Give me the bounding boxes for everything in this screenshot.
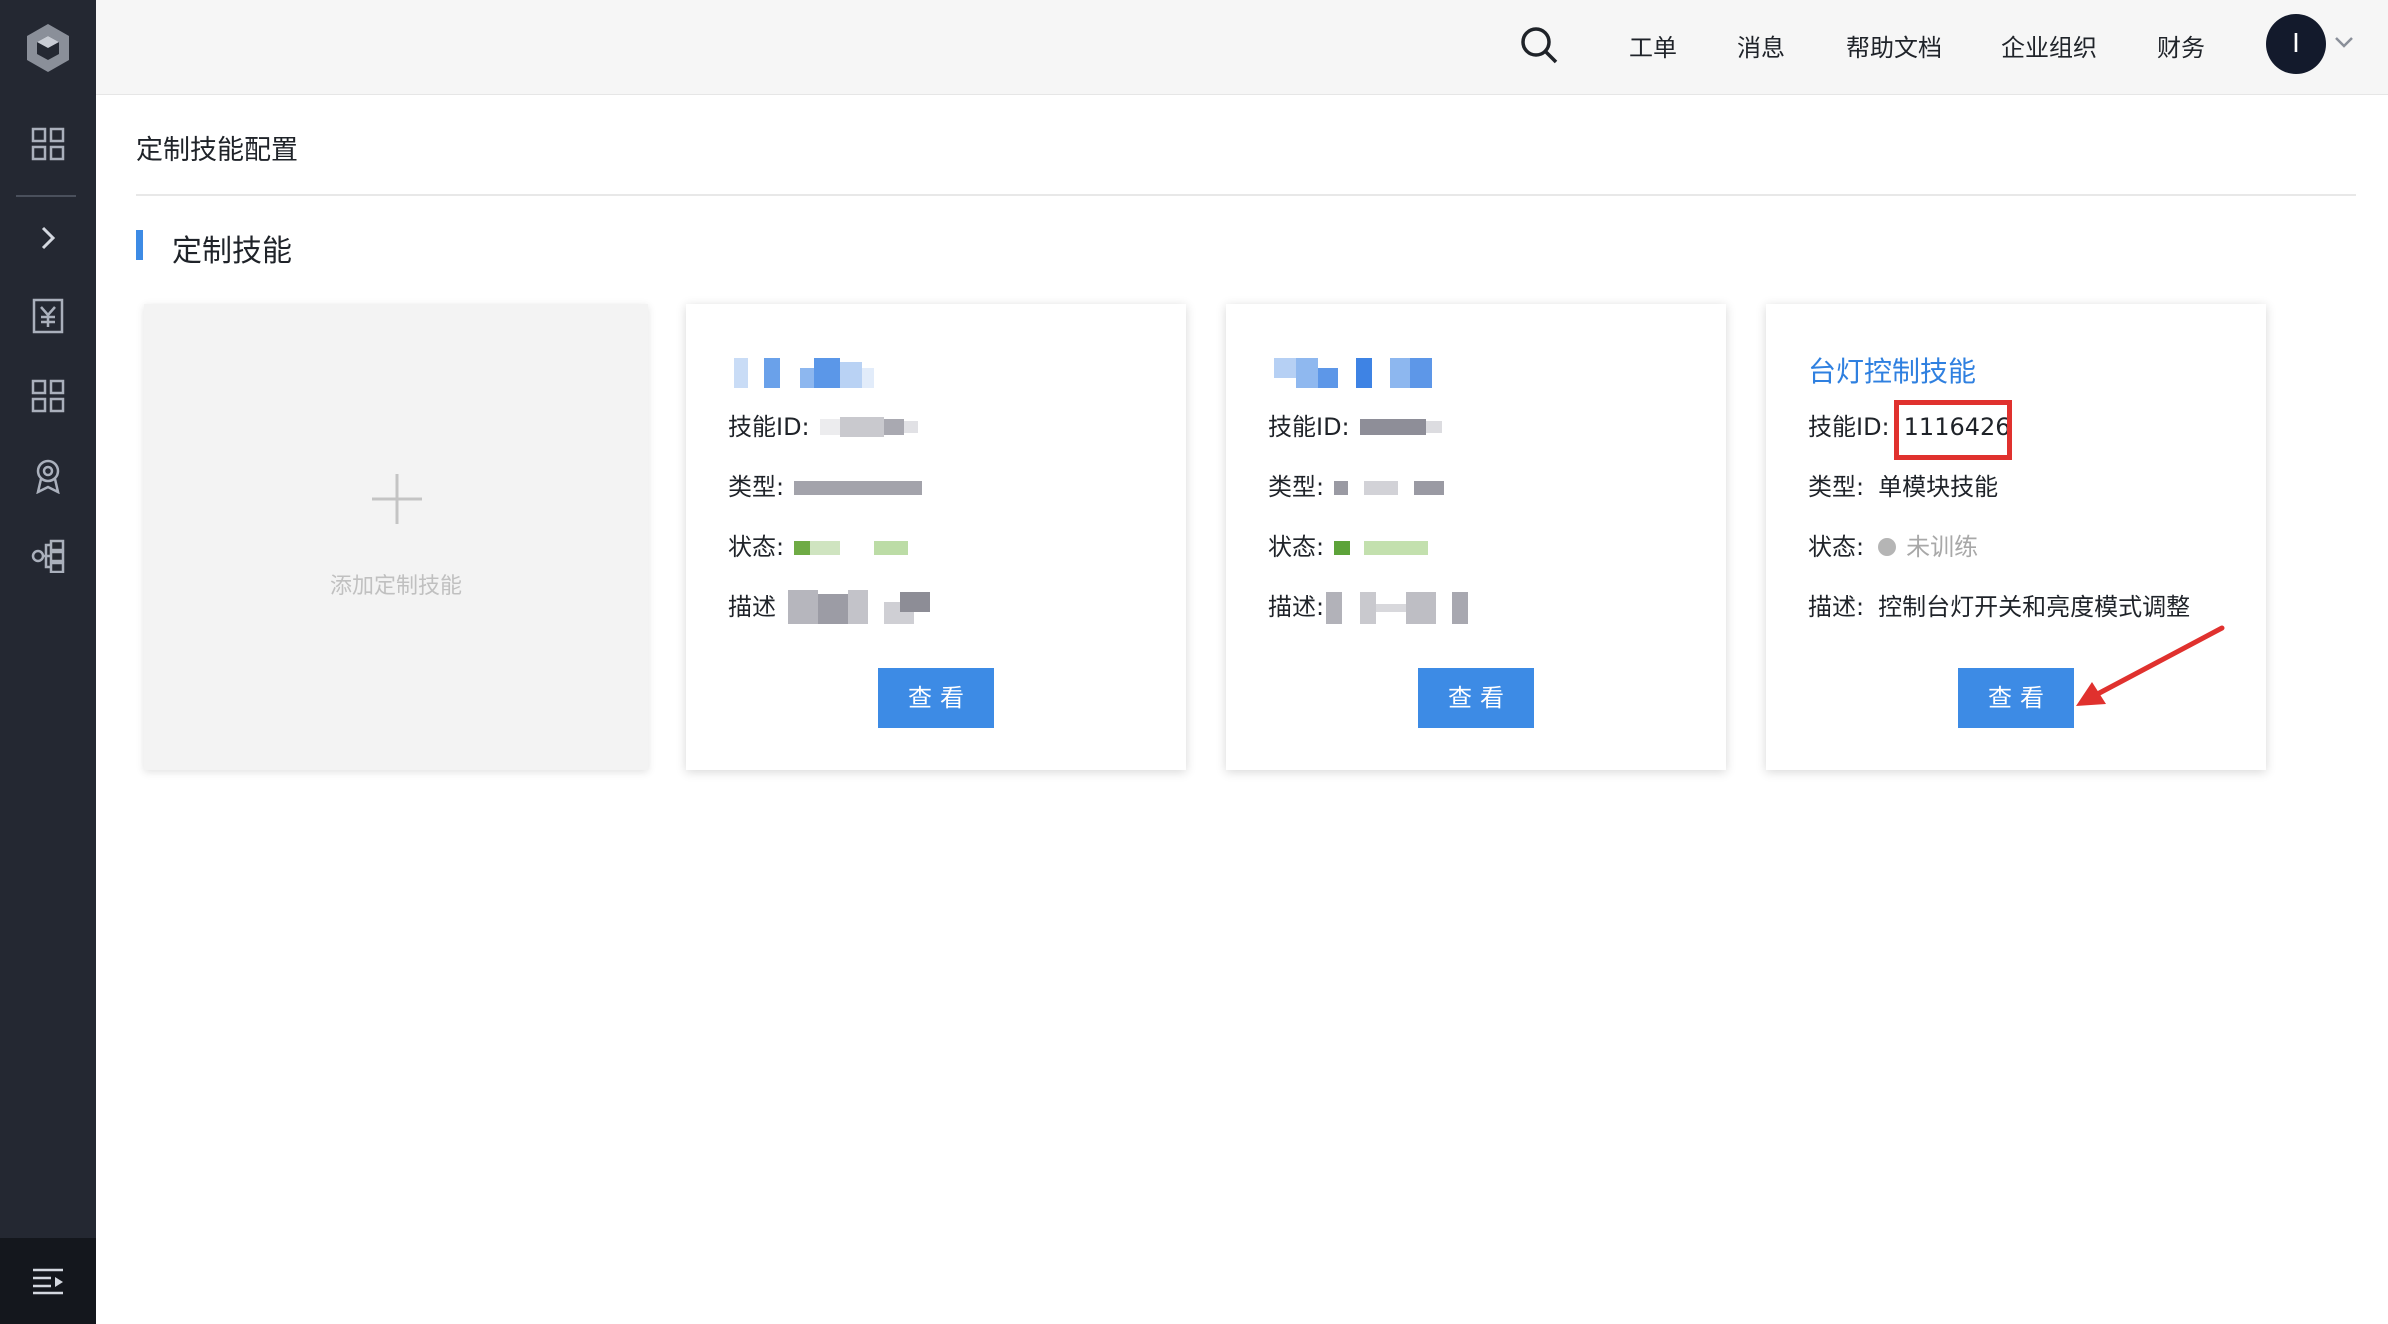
skill-status-label: 状态: xyxy=(1808,533,1865,561)
nav-organization[interactable]: 企业组织 xyxy=(2001,30,2097,66)
skill-id-row: 技能ID: xyxy=(1268,410,1450,444)
skill-desc-row: 描述 xyxy=(728,590,938,624)
skill-id-label: 技能ID: xyxy=(1808,413,1890,441)
view-button[interactable]: 查看 xyxy=(1418,668,1534,728)
chevron-down-icon[interactable] xyxy=(2332,30,2356,54)
billing-yuan-icon[interactable] xyxy=(0,284,96,348)
redacted-id xyxy=(819,415,920,439)
add-skill-card[interactable]: 添加定制技能 xyxy=(144,304,648,770)
nav-messages[interactable]: 消息 xyxy=(1737,30,1785,66)
skill-status-row: 状态: xyxy=(728,530,914,564)
skill-desc-label: 描述 xyxy=(728,593,776,621)
redacted-desc xyxy=(788,590,938,624)
redacted-desc xyxy=(1326,590,1476,624)
avatar[interactable]: I xyxy=(2266,14,2326,74)
skill-type-row: 类型: xyxy=(728,470,924,504)
redacted-type xyxy=(794,477,924,497)
redacted-type xyxy=(1334,477,1464,497)
section-accent-bar xyxy=(136,230,143,260)
skill-type-row: 类型: 单模块技能 xyxy=(1808,470,1998,504)
plus-icon xyxy=(372,474,422,524)
dashboard-grid-icon[interactable] xyxy=(0,112,96,176)
id-highlight-box xyxy=(1894,400,2012,460)
sidebar-divider xyxy=(16,195,76,197)
skill-title[interactable]: 台灯控制技能 xyxy=(1808,350,1976,390)
redacted-title xyxy=(734,354,874,388)
redacted-id xyxy=(1359,415,1450,439)
menu-collapse-icon[interactable] xyxy=(0,1238,96,1324)
skill-card: 技能ID: 类型: 状态: 描述 查看 xyxy=(686,304,1186,770)
skill-type-row: 类型: xyxy=(1268,470,1464,504)
skill-desc-label: 描述: xyxy=(1808,593,1865,621)
award-badge-icon[interactable] xyxy=(0,444,96,508)
nav-tickets[interactable]: 工单 xyxy=(1629,30,1677,66)
skill-type-label: 类型: xyxy=(1268,473,1325,501)
skill-status-row: 状态: xyxy=(1268,530,1454,564)
expand-chevron-icon[interactable] xyxy=(0,206,96,270)
page-title: 定制技能配置 xyxy=(136,135,298,166)
view-button[interactable]: 查看 xyxy=(878,668,994,728)
add-skill-label: 添加定制技能 xyxy=(329,574,462,599)
logo-icon[interactable] xyxy=(0,0,96,96)
workflow-icon[interactable] xyxy=(0,524,96,588)
skill-status-value: 未训练 xyxy=(1906,533,1979,561)
view-button[interactable]: 查看 xyxy=(1958,668,2074,728)
skill-type-label: 类型: xyxy=(728,473,785,501)
skill-id-label: 技能ID: xyxy=(728,413,810,441)
skill-status-label: 状态: xyxy=(728,533,785,561)
search-icon[interactable] xyxy=(1516,22,1562,68)
skill-desc-row: 描述: 控制台灯开关和亮度模式调整 xyxy=(1808,590,2190,624)
skill-id-row: 技能ID: xyxy=(728,410,920,444)
skill-status-row: 状态: 未训练 xyxy=(1808,530,1978,564)
skill-type-value: 单模块技能 xyxy=(1878,473,1999,501)
skill-status-label: 状态: xyxy=(1268,533,1325,561)
top-header: 工单 消息 帮助文档 企业组织 财务 I xyxy=(96,0,2388,95)
sidebar xyxy=(0,0,96,1324)
skill-desc-row: 描述: xyxy=(1268,590,1476,624)
title-divider xyxy=(136,194,2356,196)
skill-id-label: 技能ID: xyxy=(1268,413,1350,441)
skill-card: 技能ID: 类型: 状态: 描述: 查看 xyxy=(1226,304,1726,770)
nav-finance[interactable]: 财务 xyxy=(2157,30,2205,66)
nav-help-docs[interactable]: 帮助文档 xyxy=(1846,30,1942,66)
skill-desc-value: 控制台灯开关和亮度模式调整 xyxy=(1878,593,2191,621)
annotation-arrow-icon xyxy=(2076,625,2225,706)
apps-grid-icon[interactable] xyxy=(0,364,96,428)
section-title: 定制技能 xyxy=(172,234,292,269)
redacted-status xyxy=(1334,537,1454,557)
redacted-title xyxy=(1274,354,1444,388)
skill-desc-label: 描述: xyxy=(1268,593,1325,621)
skill-type-label: 类型: xyxy=(1808,473,1865,501)
status-dot-icon xyxy=(1878,538,1897,556)
redacted-status xyxy=(794,537,914,557)
